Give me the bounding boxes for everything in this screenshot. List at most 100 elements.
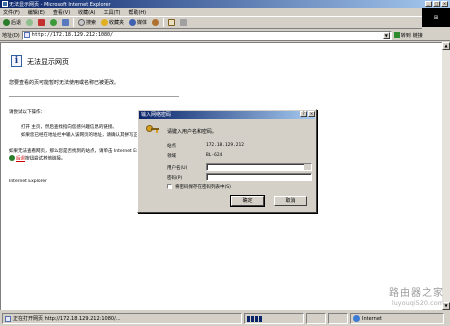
history-button[interactable] (151, 18, 160, 28)
ie-icon (2, 1, 8, 7)
status-cell (328, 313, 348, 324)
maximize-button[interactable]: □ (433, 1, 440, 7)
username-label: 用户名(U) (167, 166, 188, 171)
dialog-close-button[interactable]: × (308, 111, 315, 117)
back-arrow-icon (3, 19, 10, 26)
note-line-1: 如果无法查看网页，那么您是否找到的站点，请单击 Internet Explore… (9, 149, 139, 154)
home-button[interactable] (61, 18, 70, 28)
favorites-button[interactable]: 收藏夹 (100, 18, 125, 28)
scroll-up-button[interactable]: ▲ (442, 42, 450, 50)
status-cell (306, 313, 326, 324)
back-label: 后退 (11, 20, 22, 26)
menu-edit[interactable]: 编辑(E) (28, 9, 45, 16)
page-icon (5, 315, 11, 322)
print-button[interactable] (179, 18, 188, 28)
toolbar: 后退 搜索 收藏夹 媒体 (0, 17, 422, 29)
links-button[interactable]: 链接 (413, 32, 423, 39)
info-icon: i (11, 55, 22, 67)
realm-label: 领域 (167, 154, 176, 159)
site-label: 站点 (167, 144, 176, 149)
progress-bar (244, 313, 304, 324)
windows-logo: ⊞ (422, 8, 450, 27)
password-input[interactable] (206, 173, 312, 181)
title-bar: 无法显示网页 - Microsoft Internet Explorer _ □… (0, 0, 450, 8)
search-icon (78, 19, 86, 26)
search-label: 搜索 (86, 20, 97, 26)
dialog-help-button[interactable]: ? (300, 111, 307, 117)
home-icon (62, 19, 70, 26)
note-line-2-text: 按钮尝试其他链接。 (25, 156, 66, 162)
star-icon (101, 19, 109, 26)
refresh-icon (50, 19, 58, 26)
password-label: 密码(P) (167, 176, 183, 181)
window-title: 无法显示网页 - Microsoft Internet Explorer (9, 1, 111, 8)
cancel-button[interactable]: 取消 (274, 196, 307, 206)
address-label: 地址(D) (2, 32, 20, 39)
forward-button[interactable] (25, 18, 34, 28)
ok-button[interactable]: 确定 (230, 195, 265, 207)
back-icon (9, 155, 15, 161)
menu-file[interactable]: 文件(F) (3, 9, 20, 16)
stop-button[interactable] (37, 18, 46, 28)
history-icon (152, 19, 160, 26)
go-button[interactable]: 转到 (393, 32, 411, 39)
media-icon (129, 19, 137, 26)
favorites-label: 收藏夹 (109, 20, 125, 26)
status-text-cell: 正在打开网页 http://172.18.129.212:1080/... (2, 313, 242, 324)
stop-icon (38, 19, 46, 26)
close-button[interactable]: × (441, 1, 448, 7)
menu-help[interactable]: 帮助(H) (128, 9, 146, 16)
menu-tools[interactable]: 工具(T) (104, 9, 121, 16)
mail-icon (168, 19, 176, 26)
toolbar-separator (73, 18, 75, 27)
window-controls: _ □ × (425, 1, 448, 7)
network-password-dialog: 输入网络密码 ? × 请键入用户名和密码。 站点 172.18.129.212 … (137, 109, 317, 213)
media-label: 媒体 (137, 20, 148, 26)
key-icon (146, 125, 159, 136)
back-button[interactable]: 后退 (2, 18, 22, 28)
dialog-title: 输入网络密码 (139, 111, 315, 119)
go-label: 转到 (400, 32, 411, 39)
go-arrow-icon (393, 32, 400, 38)
page-icon (23, 32, 30, 38)
save-password-checkbox[interactable] (167, 184, 172, 189)
address-dropdown-button[interactable]: ▼ (382, 31, 390, 39)
address-input[interactable]: http://172.18.129.212:1080/ ▼ (21, 30, 392, 40)
status-bar: 正在打开网页 http://172.18.129.212:1080/... In… (0, 311, 450, 326)
watermark: 路由器之家 luyouqi520.com (389, 284, 444, 307)
media-button[interactable]: 媒体 (128, 18, 148, 28)
menu-view[interactable]: 查看(V) (53, 9, 70, 16)
progress-fill (247, 315, 262, 322)
menu-bar: 文件(F) 编辑(E) 查看(V) 收藏(A) 工具(T) 帮助(H) (0, 8, 450, 17)
menu-favorites[interactable]: 收藏(A) (78, 9, 95, 16)
dialog-controls: ? × (300, 111, 315, 117)
vertical-scrollbar[interactable]: ▲ ▼ (442, 42, 450, 310)
divider (9, 96, 179, 97)
realm-value: BL-624 (206, 153, 223, 158)
save-password-label: 将密码保存在密码列表中(S) (175, 185, 231, 190)
username-input[interactable] (206, 163, 312, 171)
address-bar: 地址(D) http://172.18.129.212:1080/ ▼ 转到 链… (0, 30, 450, 41)
status-text: 正在打开网页 http://172.18.129.212:1080/... (13, 316, 121, 322)
printer-icon (180, 19, 188, 26)
try-label: 请尝试以下操作： (9, 110, 45, 115)
page-heading: 无法显示网页 (27, 58, 69, 66)
search-button[interactable]: 搜索 (77, 18, 97, 28)
security-zone: Internet (350, 313, 444, 324)
back-link[interactable]: 后退 (16, 157, 25, 162)
footer-text: Internet Explorer (9, 179, 48, 184)
watermark-cn: 路由器之家 (389, 288, 444, 299)
minimize-button[interactable]: _ (425, 1, 432, 7)
watermark-en: luyouqi520.com (391, 299, 444, 307)
dialog-prompt: 请键入用户名和密码。 (167, 129, 218, 135)
note-line-2: 后退按钮尝试其他链接。 (9, 155, 139, 162)
page-description: 您要查看的页可能暂时无法使用或名称已被更改。 (9, 80, 120, 86)
mail-button[interactable] (167, 18, 176, 28)
toolbar-separator (163, 18, 165, 27)
refresh-button[interactable] (49, 18, 58, 28)
globe-icon (353, 315, 360, 322)
zone-label: Internet (362, 315, 382, 322)
address-url: http://172.18.129.212:1080/ (31, 32, 114, 38)
site-value: 172.18.129.212 (206, 143, 244, 148)
forward-arrow-icon (26, 19, 34, 26)
